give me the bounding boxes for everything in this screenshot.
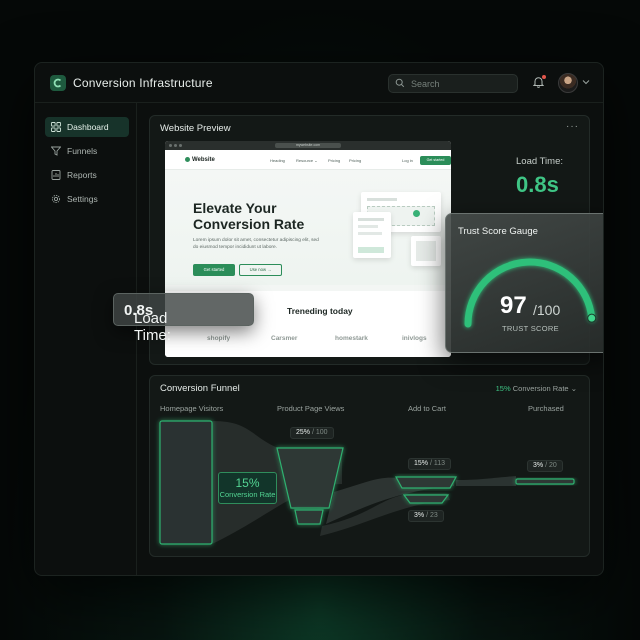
gear-icon — [51, 194, 61, 204]
panel-title: Website Preview — [160, 123, 231, 134]
funnel-stage-bar[interactable] — [515, 478, 575, 485]
brand-logo: Carsmer — [271, 335, 298, 342]
sidebar-item-funnels[interactable]: Funnels — [45, 141, 129, 161]
overall-conversion-label: Conversion Rate — [219, 490, 276, 499]
logo-icon — [53, 78, 62, 88]
search-icon — [395, 78, 405, 88]
funnel-stage-bar[interactable] — [402, 494, 450, 504]
report-icon — [51, 170, 61, 180]
app-window: Conversion Infrastructure D — [34, 62, 604, 576]
trust-score-value: 97 — [500, 292, 527, 319]
badge-count: / 113 — [428, 460, 446, 467]
site-nav-link[interactable]: Pricing — [328, 158, 340, 163]
site-primary-button[interactable]: Get started — [193, 264, 235, 276]
site-cta-button[interactable]: Get started — [420, 156, 451, 165]
funnel-icon — [51, 146, 61, 156]
trust-score-card: Trust Score Gauge 97 /100 TRUST SCORE — [445, 213, 603, 353]
sidebar-item-label: Funnels — [67, 146, 98, 156]
load-time-label: Load Time: — [516, 156, 563, 167]
sidebar-item-label: Reports — [67, 170, 97, 180]
sidebar-item-dashboard[interactable]: Dashboard — [45, 117, 129, 137]
funnel-flow-graphic — [159, 420, 575, 545]
funnel-stage-bar[interactable] — [294, 509, 324, 525]
site-logo: Website — [192, 157, 215, 163]
trust-gauge — [464, 258, 597, 328]
brand-logo: shopify — [207, 335, 231, 342]
sidebar-item-settings[interactable]: Settings — [45, 189, 129, 209]
grid-icon — [51, 122, 61, 132]
gauge-track — [464, 258, 596, 328]
app-title: Conversion Infrastructure — [73, 76, 213, 90]
window-dot-icon — [179, 144, 182, 147]
badge-count: / 20 — [543, 462, 557, 469]
overall-conversion-value: 15% — [235, 476, 260, 490]
avatar[interactable] — [558, 73, 578, 93]
site-nav-link[interactable]: Resource ⌄ — [296, 158, 318, 163]
mock-ui-card — [353, 212, 391, 258]
sidebar-item-label: Dashboard — [67, 122, 109, 132]
site-logo-icon — [185, 157, 190, 162]
funnel-badge: 3% / 20 — [527, 460, 563, 472]
tooltip-label: Load Time: — [134, 310, 171, 344]
overall-conversion-box: 15% Conversion Rate — [218, 472, 277, 504]
site-nav-link[interactable]: Pricing — [349, 158, 361, 163]
chevron-down-icon[interactable] — [582, 79, 590, 85]
notification-dot — [542, 75, 546, 79]
sidebar-item-reports[interactable]: Reports — [45, 165, 129, 185]
window-dot-icon — [174, 144, 177, 147]
brand-logo: inivlogs — [402, 335, 427, 342]
window-dot-icon — [169, 144, 172, 147]
funnel-badge: 3% / 23 — [408, 510, 444, 522]
sidebar: Dashboard Funnels Reports Settings — [35, 103, 137, 575]
badge-percent: 15% — [414, 460, 429, 467]
funnel-badge: 15% / 113 — [408, 458, 452, 470]
gauge-fill — [464, 258, 596, 328]
funnel-stage-bar[interactable] — [159, 420, 213, 545]
mock-ui-card — [411, 236, 441, 266]
site-nav-link[interactable]: Heading — [270, 158, 285, 163]
funnel-stage-bar[interactable] — [394, 476, 458, 489]
search-input[interactable] — [411, 77, 511, 91]
trust-score-label: TRUST SCORE — [502, 324, 559, 333]
site-login-link[interactable]: Log in — [402, 158, 413, 163]
brand-logo: homestark — [335, 335, 368, 342]
funnel-badge: 25% / 100 — [290, 427, 334, 439]
conversion-funnel-panel: Conversion Funnel 15% Conversion Rate ⌄ … — [149, 375, 590, 557]
load-time-tooltip: Load Time: 0.8s — [113, 293, 254, 344]
badge-count: / 23 — [424, 512, 438, 519]
badge-count: / 100 — [310, 429, 328, 436]
badge-percent: 25% — [296, 429, 311, 436]
search-box[interactable] — [388, 74, 518, 93]
load-time-value: 0.8s — [516, 172, 559, 197]
site-trending-title: Treneding today — [287, 306, 353, 316]
funnel-flow — [456, 476, 516, 486]
top-bar: Conversion Infrastructure — [35, 63, 603, 103]
site-body-text: Lorem ipsum dolor sit amet, consectetur … — [193, 238, 319, 250]
more-options-icon[interactable]: ··· — [566, 121, 579, 132]
site-headline: Elevate Your Conversion Rate — [193, 200, 305, 232]
sidebar-item-label: Settings — [67, 194, 98, 204]
site-secondary-button[interactable]: Use now → — [239, 264, 282, 276]
badge-percent: 3% — [533, 462, 544, 469]
app-logo[interactable] — [50, 75, 66, 91]
browser-bar: mywebsite.com — [165, 141, 451, 150]
gauge-knob — [587, 313, 597, 323]
browser-url: mywebsite.com — [275, 143, 341, 148]
badge-percent: 3% — [414, 512, 425, 519]
site-hero: Elevate Your Conversion Rate Lorem ipsum… — [165, 170, 451, 285]
trust-score-max: /100 — [533, 302, 561, 318]
site-nav: Website Heading Resource ⌄ Pricing Prici… — [165, 150, 451, 170]
